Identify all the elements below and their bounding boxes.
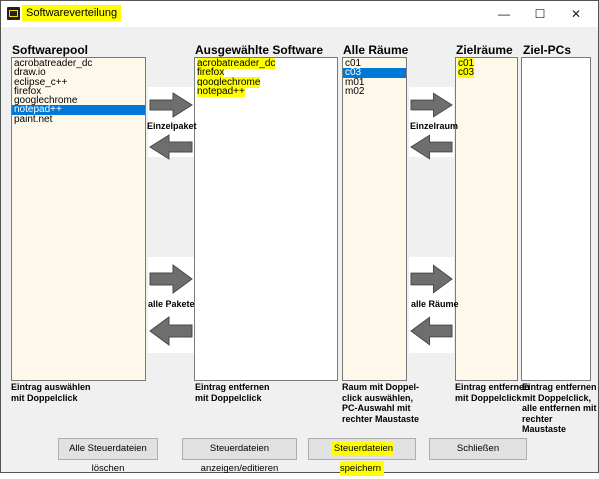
all-rooms-label: alle Räume <box>411 299 459 309</box>
list-item[interactable]: m02 <box>343 85 406 97</box>
add-single-room-arrow-icon[interactable] <box>410 91 453 119</box>
list-item-label: m02 <box>345 85 365 97</box>
target-rooms-hint: Eintrag entfernen mit Doppelclick <box>455 382 530 403</box>
list-item[interactable]: paint.net <box>12 113 145 125</box>
single-room-label: Einzelraum <box>410 121 459 131</box>
list-item-label: paint.net <box>14 113 53 125</box>
minimize-button[interactable]: — <box>486 1 522 27</box>
target-pcs-list[interactable] <box>521 57 591 381</box>
pool-list[interactable]: acrobatreader_dc draw.io eclipse_c++ firefo… <box>11 57 146 381</box>
delete-all-label: Alle Steuerdateien löschen <box>69 443 147 474</box>
list-item[interactable]: c03 <box>456 67 517 79</box>
remove-all-packages-arrow-icon[interactable] <box>149 315 193 347</box>
selected-software-hint: Eintrag entfernen mit Doppelclick <box>195 382 270 403</box>
list-item-label: notepad++ <box>197 85 245 97</box>
rooms-title: Alle Räume <box>343 43 409 57</box>
selected-software-title: Ausgewählte Software <box>195 43 324 57</box>
list-item-label: c03 <box>458 67 475 79</box>
remove-single-package-arrow-icon[interactable] <box>149 133 193 161</box>
app-icon <box>7 7 20 20</box>
add-single-package-arrow-icon[interactable] <box>149 91 193 119</box>
close-button[interactable]: Schließen <box>429 438 527 460</box>
close-label: Schließen <box>456 443 500 454</box>
maximize-button[interactable]: ☐ <box>522 1 558 27</box>
pool-title: Softwarepool <box>12 43 89 57</box>
single-package-label: Einzelpaket <box>147 121 197 131</box>
target-rooms-list[interactable]: c01 c03 <box>455 57 518 381</box>
title-bar: Softwareverteilung — ☐ ✕ <box>1 1 598 27</box>
window-title: Softwareverteilung <box>22 5 122 21</box>
show-edit-control-files-button[interactable]: Steuerdateien anzeigen/editieren <box>182 438 297 474</box>
selected-software-list[interactable]: acrobatreader_dc firefox googlechrome notep… <box>194 57 338 381</box>
rooms-hint: Raum mit Doppel- click auswählen, PC-Aus… <box>342 382 420 424</box>
all-packages-label: alle Pakete <box>148 299 195 309</box>
target-pcs-hint: Eintrag entfernen mit Doppelclick, alle … <box>522 382 597 434</box>
save-control-files-button[interactable]: Steuerdateien speichern <box>308 438 416 476</box>
target-pcs-title: Ziel-PCs <box>523 43 572 57</box>
remove-single-room-arrow-icon[interactable] <box>410 133 453 161</box>
main-window: Softwareverteilung — ☐ ✕ Softwarepool Au… <box>0 0 599 476</box>
show-edit-label: Steuerdateien anzeigen/editieren <box>200 443 279 474</box>
rooms-list[interactable]: c01 c03 m01 m02 <box>342 57 407 381</box>
save-label: Steuerdateien speichern <box>330 441 394 476</box>
remove-all-rooms-arrow-icon[interactable] <box>410 315 453 347</box>
target-rooms-title: Zielräume <box>456 43 513 57</box>
list-item[interactable]: notepad++ <box>195 85 337 97</box>
pool-hint: Eintrag auswählen mit Doppelclick <box>11 382 91 403</box>
delete-all-control-files-button[interactable]: Alle Steuerdateien löschen <box>58 438 158 474</box>
close-window-button[interactable]: ✕ <box>558 1 594 27</box>
add-all-rooms-arrow-icon[interactable] <box>410 263 453 295</box>
add-all-packages-arrow-icon[interactable] <box>149 263 193 295</box>
